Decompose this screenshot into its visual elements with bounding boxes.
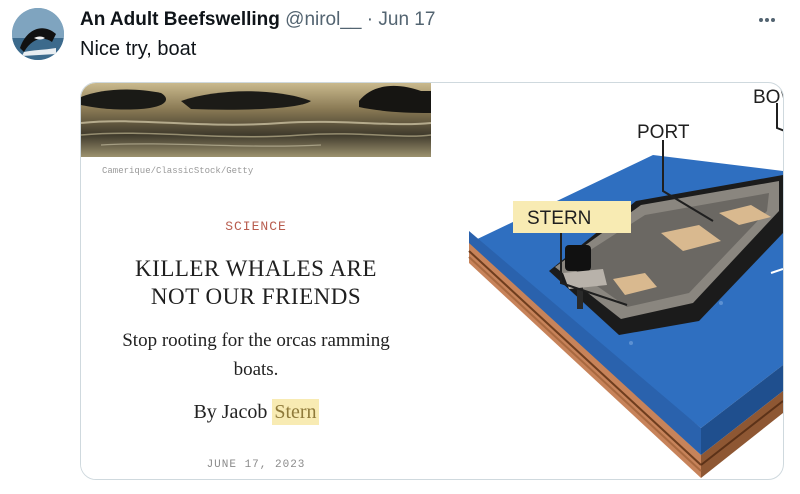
article-card: Camerique/ClassicStock/Getty SCIENCE KIL…	[81, 83, 431, 479]
avatar[interactable]	[12, 8, 64, 60]
author-handle[interactable]: @nirol__	[285, 9, 361, 30]
dek-line-2: boats.	[233, 359, 279, 380]
post-date[interactable]: Jun 17	[378, 9, 435, 30]
byline: By Jacob Stern	[81, 399, 431, 425]
headline-line-2: NOT OUR FRIENDS	[150, 284, 362, 309]
section-label: SCIENCE	[225, 219, 287, 234]
stern-label: STERN	[527, 208, 591, 229]
article-dek: Stop rooting for the orcas ramming boats…	[81, 326, 431, 384]
port-label: PORT	[637, 122, 690, 143]
orca-photo	[81, 83, 431, 157]
boat-diagram: BOW PORT STERN	[468, 87, 783, 478]
article-date: JUNE 17, 2023	[206, 459, 306, 471]
photo-credit: Camerique/ClassicStock/Getty	[102, 166, 254, 176]
media-card[interactable]: Camerique/ClassicStock/Getty SCIENCE KIL…	[80, 82, 784, 480]
separator-dot: ·	[366, 9, 374, 30]
bow-leader	[776, 103, 783, 132]
dek-line-1: Stop rooting for the orcas ramming	[122, 330, 390, 351]
byline-author-highlighted: Stern	[272, 399, 319, 425]
author-name[interactable]: An Adult Beefswelling	[80, 9, 280, 30]
tweet-text: Nice try, boat	[80, 38, 197, 60]
article-headline: KILLER WHALES ARE NOT OUR FRIENDS	[81, 255, 431, 311]
headline-line-1: KILLER WHALES ARE	[135, 256, 377, 281]
tweet-header: An Adult Beefswelling @nirol__ · Jun 17	[80, 9, 435, 31]
byline-prefix: By Jacob	[193, 401, 273, 423]
more-horizontal-icon[interactable]	[752, 10, 782, 30]
boat-motor	[565, 245, 591, 271]
bow-label: BOW	[753, 87, 783, 108]
